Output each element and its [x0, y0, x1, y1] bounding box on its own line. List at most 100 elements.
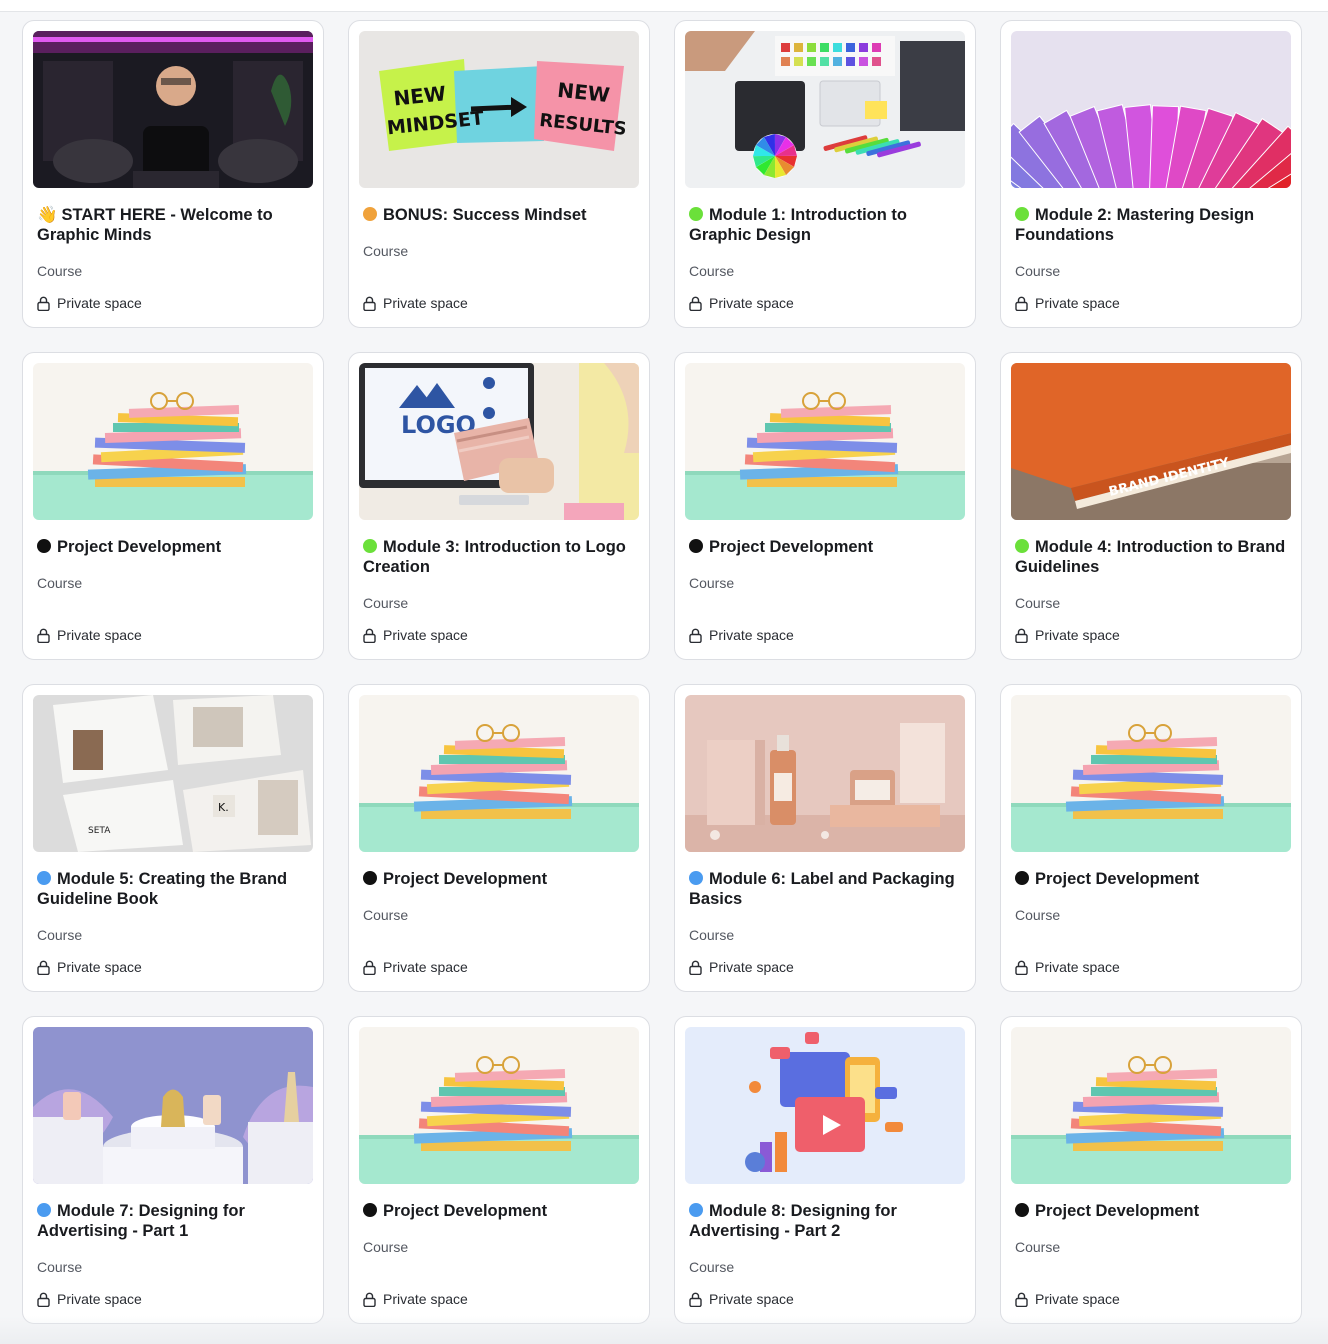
course-title-text: Project Development [383, 870, 548, 888]
orange-status-dot-icon [363, 207, 377, 221]
lock-icon [1015, 1292, 1028, 1307]
course-type-label: Course [1015, 595, 1061, 611]
course-card-module-6-label-and-packaging-basics[interactable]: Module 6: Label and Packaging Basics Cour… [674, 684, 976, 992]
lock-icon [689, 1292, 702, 1307]
access-label: Private space [689, 295, 794, 311]
lock-icon [363, 960, 376, 975]
access-label: Private space [689, 627, 794, 643]
course-title[interactable]: Module 8: Designing for Advertising - Pa… [689, 1201, 967, 1241]
access-text: Private space [1035, 1291, 1120, 1307]
access-text: Private space [383, 959, 468, 975]
course-type-label: Course [37, 575, 83, 591]
course-card-project-development[interactable]: Project Development Course Private space [348, 1016, 650, 1324]
lock-icon [1015, 296, 1028, 311]
course-card-module-5-creating-the-brand-guideline-book[interactable]: SETA K. Module 5: Creating the Brand Gui… [22, 684, 324, 992]
access-label: Private space [1015, 1291, 1120, 1307]
access-text: Private space [57, 1291, 142, 1307]
access-label: Private space [689, 959, 794, 975]
access-text: Private space [57, 959, 142, 975]
access-label: Private space [363, 627, 468, 643]
black-status-dot-icon [363, 1203, 377, 1217]
course-title-text: Module 1: Introduction to Graphic Design [689, 206, 907, 244]
access-label: Private space [363, 959, 468, 975]
course-thumbnail [1011, 695, 1291, 852]
lock-icon [37, 1292, 50, 1307]
course-title-text: Project Development [1035, 870, 1200, 888]
course-title-text: Project Development [1035, 1202, 1200, 1220]
access-label: Private space [363, 295, 468, 311]
course-card-project-development[interactable]: Project Development Course Private space [1000, 1016, 1302, 1324]
course-thumbnail [1011, 1027, 1291, 1184]
course-type-label: Course [1015, 1239, 1061, 1255]
course-type-label: Course [363, 907, 409, 923]
course-title[interactable]: Project Development [37, 537, 315, 557]
svg-text:K.: K. [218, 801, 229, 814]
course-title[interactable]: 👋 START HERE - Welcome to Graphic Minds [37, 205, 315, 245]
course-card-module-1-introduction-to-graphic-design[interactable]: Module 1: Introduction to Graphic Design… [674, 20, 976, 328]
course-card-start-here-welcome-to-graphic-minds[interactable]: 👋 START HERE - Welcome to Graphic Minds Co… [22, 20, 324, 328]
course-title-text: Project Development [383, 1202, 548, 1220]
course-card-project-development[interactable]: Project Development Course Private space [22, 352, 324, 660]
lock-icon [37, 960, 50, 975]
course-type-label: Course [689, 575, 735, 591]
blue-status-dot-icon [689, 871, 703, 885]
course-title[interactable]: Module 1: Introduction to Graphic Design [689, 205, 967, 245]
course-card-module-3-introduction-to-logo-creation[interactable]: LOGO Module 3: Introduction to Logo Crea… [348, 352, 650, 660]
course-card-project-development[interactable]: Project Development Course Private space [674, 352, 976, 660]
course-thumbnail [33, 1027, 313, 1184]
course-card-module-8-designing-for-advertising-part-2[interactable]: Module 8: Designing for Advertising - Pa… [674, 1016, 976, 1324]
course-thumbnail [685, 695, 965, 852]
top-bar [0, 0, 1328, 12]
course-title[interactable]: Project Development [1015, 869, 1293, 889]
course-card-module-2-mastering-design-foundations[interactable]: Module 2: Mastering Design Foundations Co… [1000, 20, 1302, 328]
lock-icon [37, 628, 50, 643]
course-title[interactable]: Project Development [363, 869, 641, 889]
course-type-label: Course [1015, 263, 1061, 279]
access-text: Private space [1035, 295, 1120, 311]
course-title-text: BONUS: Success Mindset [383, 206, 587, 224]
course-title[interactable]: Module 5: Creating the Brand Guideline B… [37, 869, 315, 909]
green-status-dot-icon [1015, 207, 1029, 221]
blue-status-dot-icon [37, 1203, 51, 1217]
access-text: Private space [383, 627, 468, 643]
course-title[interactable]: Module 4: Introduction to Brand Guidelin… [1015, 537, 1293, 577]
course-thumbnail [33, 31, 313, 188]
course-title-text: Module 5: Creating the Brand Guideline B… [37, 870, 288, 908]
course-thumbnail: BRAND IDENTITY [1011, 363, 1291, 520]
course-title[interactable]: Project Development [363, 1201, 641, 1221]
course-title-text: Module 3: Introduction to Logo Creation [363, 538, 626, 576]
course-card-module-4-introduction-to-brand-guidelines[interactable]: BRAND IDENTITY Module 4: Introduction to … [1000, 352, 1302, 660]
course-title[interactable]: Module 3: Introduction to Logo Creation [363, 537, 641, 577]
course-title-text: START HERE - Welcome to Graphic Minds [37, 206, 273, 244]
course-title[interactable]: Project Development [1015, 1201, 1293, 1221]
black-status-dot-icon [363, 871, 377, 885]
black-status-dot-icon [1015, 1203, 1029, 1217]
course-grid: 👋 START HERE - Welcome to Graphic Minds Co… [22, 20, 1302, 1324]
course-title-text: Module 6: Label and Packaging Basics [689, 870, 955, 908]
course-title[interactable]: BONUS: Success Mindset [363, 205, 641, 225]
course-thumbnail [685, 1027, 965, 1184]
black-status-dot-icon [689, 539, 703, 553]
access-label: Private space [37, 627, 142, 643]
course-type-label: Course [689, 927, 735, 943]
course-thumbnail [685, 363, 965, 520]
course-card-bonus-success-mindset[interactable]: NEW MINDSET NEW RESULTS BONUS: Success M… [348, 20, 650, 328]
course-title[interactable]: Module 6: Label and Packaging Basics [689, 869, 967, 909]
access-label: Private space [1015, 959, 1120, 975]
course-card-project-development[interactable]: Project Development Course Private space [1000, 684, 1302, 992]
course-type-label: Course [1015, 907, 1061, 923]
course-thumbnail: LOGO [359, 363, 639, 520]
lock-icon [363, 1292, 376, 1307]
course-title[interactable]: Module 7: Designing for Advertising - Pa… [37, 1201, 315, 1241]
course-title[interactable]: Module 2: Mastering Design Foundations [1015, 205, 1293, 245]
course-thumbnail [685, 31, 965, 188]
access-text: Private space [1035, 627, 1120, 643]
course-thumbnail: NEW MINDSET NEW RESULTS [359, 31, 639, 188]
lock-icon [689, 960, 702, 975]
access-text: Private space [709, 1291, 794, 1307]
lock-icon [689, 628, 702, 643]
access-text: Private space [383, 295, 468, 311]
course-card-module-7-designing-for-advertising-part-1[interactable]: Module 7: Designing for Advertising - Pa… [22, 1016, 324, 1324]
course-card-project-development[interactable]: Project Development Course Private space [348, 684, 650, 992]
course-title[interactable]: Project Development [689, 537, 967, 557]
